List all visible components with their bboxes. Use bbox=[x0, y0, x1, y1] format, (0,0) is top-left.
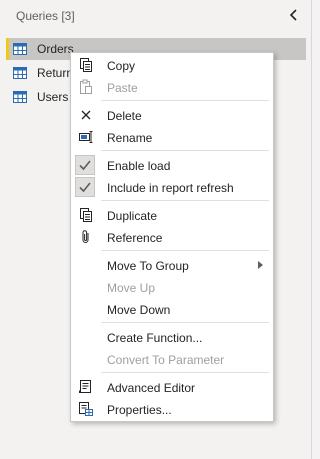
menu-item-move-down[interactable]: Move Down bbox=[71, 298, 273, 320]
menu-label: Convert To Parameter bbox=[107, 353, 225, 367]
chevron-left-icon bbox=[289, 9, 297, 21]
menu-separator bbox=[101, 322, 269, 323]
menu-item-convert-to-parameter[interactable]: Convert To Parameter bbox=[71, 348, 273, 370]
menu-separator bbox=[101, 100, 269, 101]
queries-pane-header: Queries [3] bbox=[0, 0, 311, 32]
delete-x-icon bbox=[78, 107, 94, 123]
menu-label: Create Function... bbox=[107, 331, 203, 345]
checkbox-checked bbox=[75, 177, 95, 197]
collapse-pane-button[interactable] bbox=[285, 6, 303, 24]
menu-item-reference[interactable]: Reference bbox=[71, 226, 273, 248]
menu-label: Include in report refresh bbox=[107, 181, 234, 195]
menu-item-create-function[interactable]: Create Function... bbox=[71, 326, 273, 348]
menu-label: Rename bbox=[107, 131, 153, 145]
table-icon bbox=[13, 43, 27, 55]
rename-icon bbox=[78, 129, 94, 145]
query-label: Orders bbox=[37, 42, 74, 56]
menu-separator bbox=[101, 250, 269, 251]
checkbox-checked bbox=[75, 155, 95, 175]
menu-item-enable-load[interactable]: Enable load bbox=[71, 154, 273, 176]
menu-label: Reference bbox=[107, 231, 163, 245]
menu-item-include-in-refresh[interactable]: Include in report refresh bbox=[71, 176, 273, 198]
menu-item-advanced-editor[interactable]: Advanced Editor bbox=[71, 376, 273, 398]
menu-label: Duplicate bbox=[107, 209, 158, 223]
paste-icon bbox=[78, 79, 94, 95]
table-icon bbox=[13, 67, 27, 79]
query-label: Users bbox=[37, 90, 69, 104]
menu-label: Enable load bbox=[107, 159, 171, 173]
properties-icon bbox=[78, 401, 94, 417]
menu-label: Move Down bbox=[107, 303, 171, 317]
menu-separator bbox=[101, 372, 269, 373]
table-icon bbox=[13, 91, 27, 103]
menu-item-rename[interactable]: Rename bbox=[71, 126, 273, 148]
submenu-arrow-icon bbox=[258, 261, 263, 269]
menu-label: Move Up bbox=[107, 281, 156, 295]
menu-label: Move To Group bbox=[107, 259, 189, 273]
paperclip-icon bbox=[78, 229, 94, 245]
pane-title: Queries [3] bbox=[16, 9, 75, 23]
advanced-editor-icon bbox=[78, 379, 94, 395]
menu-label: Paste bbox=[107, 81, 138, 95]
menu-label: Advanced Editor bbox=[107, 381, 196, 395]
checkmark-icon bbox=[79, 160, 91, 171]
menu-label: Delete bbox=[107, 109, 142, 123]
menu-separator bbox=[101, 200, 269, 201]
menu-item-properties[interactable]: Properties... bbox=[71, 398, 273, 420]
menu-item-copy[interactable]: Copy bbox=[71, 54, 273, 76]
menu-item-move-up[interactable]: Move Up bbox=[71, 276, 273, 298]
menu-label: Properties... bbox=[107, 403, 172, 417]
copy-icon bbox=[78, 57, 94, 73]
menu-item-paste[interactable]: Paste bbox=[71, 76, 273, 98]
context-menu: Copy Paste Delete Rename Enable load Inc… bbox=[70, 52, 274, 422]
menu-label: Copy bbox=[107, 59, 136, 73]
duplicate-icon bbox=[78, 207, 94, 223]
menu-item-move-to-group[interactable]: Move To Group bbox=[71, 254, 273, 276]
checkmark-icon bbox=[79, 182, 91, 193]
menu-separator bbox=[101, 150, 269, 151]
menu-item-delete[interactable]: Delete bbox=[71, 104, 273, 126]
menu-item-duplicate[interactable]: Duplicate bbox=[71, 204, 273, 226]
